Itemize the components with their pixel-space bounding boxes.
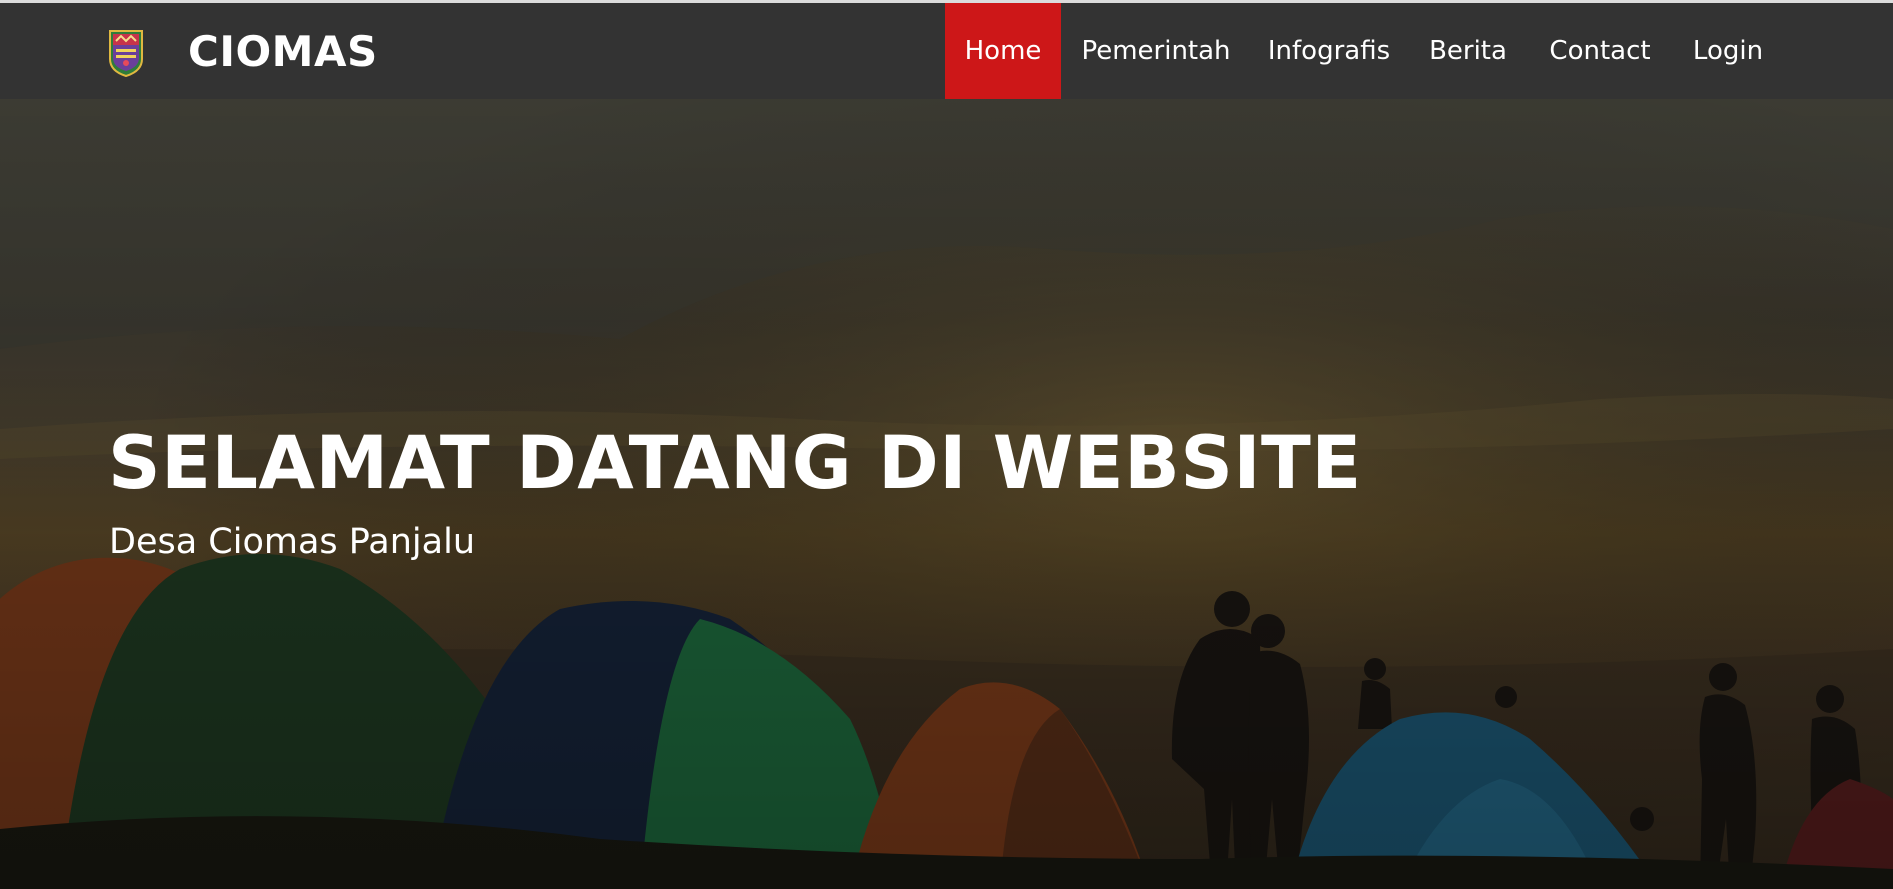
nav-contact[interactable]: Contact <box>1544 3 1656 99</box>
site-title: CIOMAS <box>188 26 378 76</box>
hero-subtitle: Desa Ciomas Panjalu <box>109 522 476 562</box>
nav-berita[interactable]: Berita <box>1426 3 1510 99</box>
hero-banner: SELAMAT DATANG DI WEBSITE Desa Ciomas Pa… <box>0 99 1893 889</box>
brand[interactable]: CIOMAS <box>108 25 378 77</box>
village-crest-logo-icon <box>109 30 143 77</box>
nav-pemerintah[interactable]: Pemerintah <box>1076 3 1236 99</box>
nav-home[interactable]: Home <box>945 3 1061 99</box>
nav-infografis[interactable]: Infografis <box>1262 3 1396 99</box>
hero-title: SELAMAT DATANG DI WEBSITE <box>108 421 1362 506</box>
nav-login[interactable]: Login <box>1688 3 1768 99</box>
navbar: CIOMAS Home Pemerintah Infografis Berita… <box>0 3 1893 99</box>
